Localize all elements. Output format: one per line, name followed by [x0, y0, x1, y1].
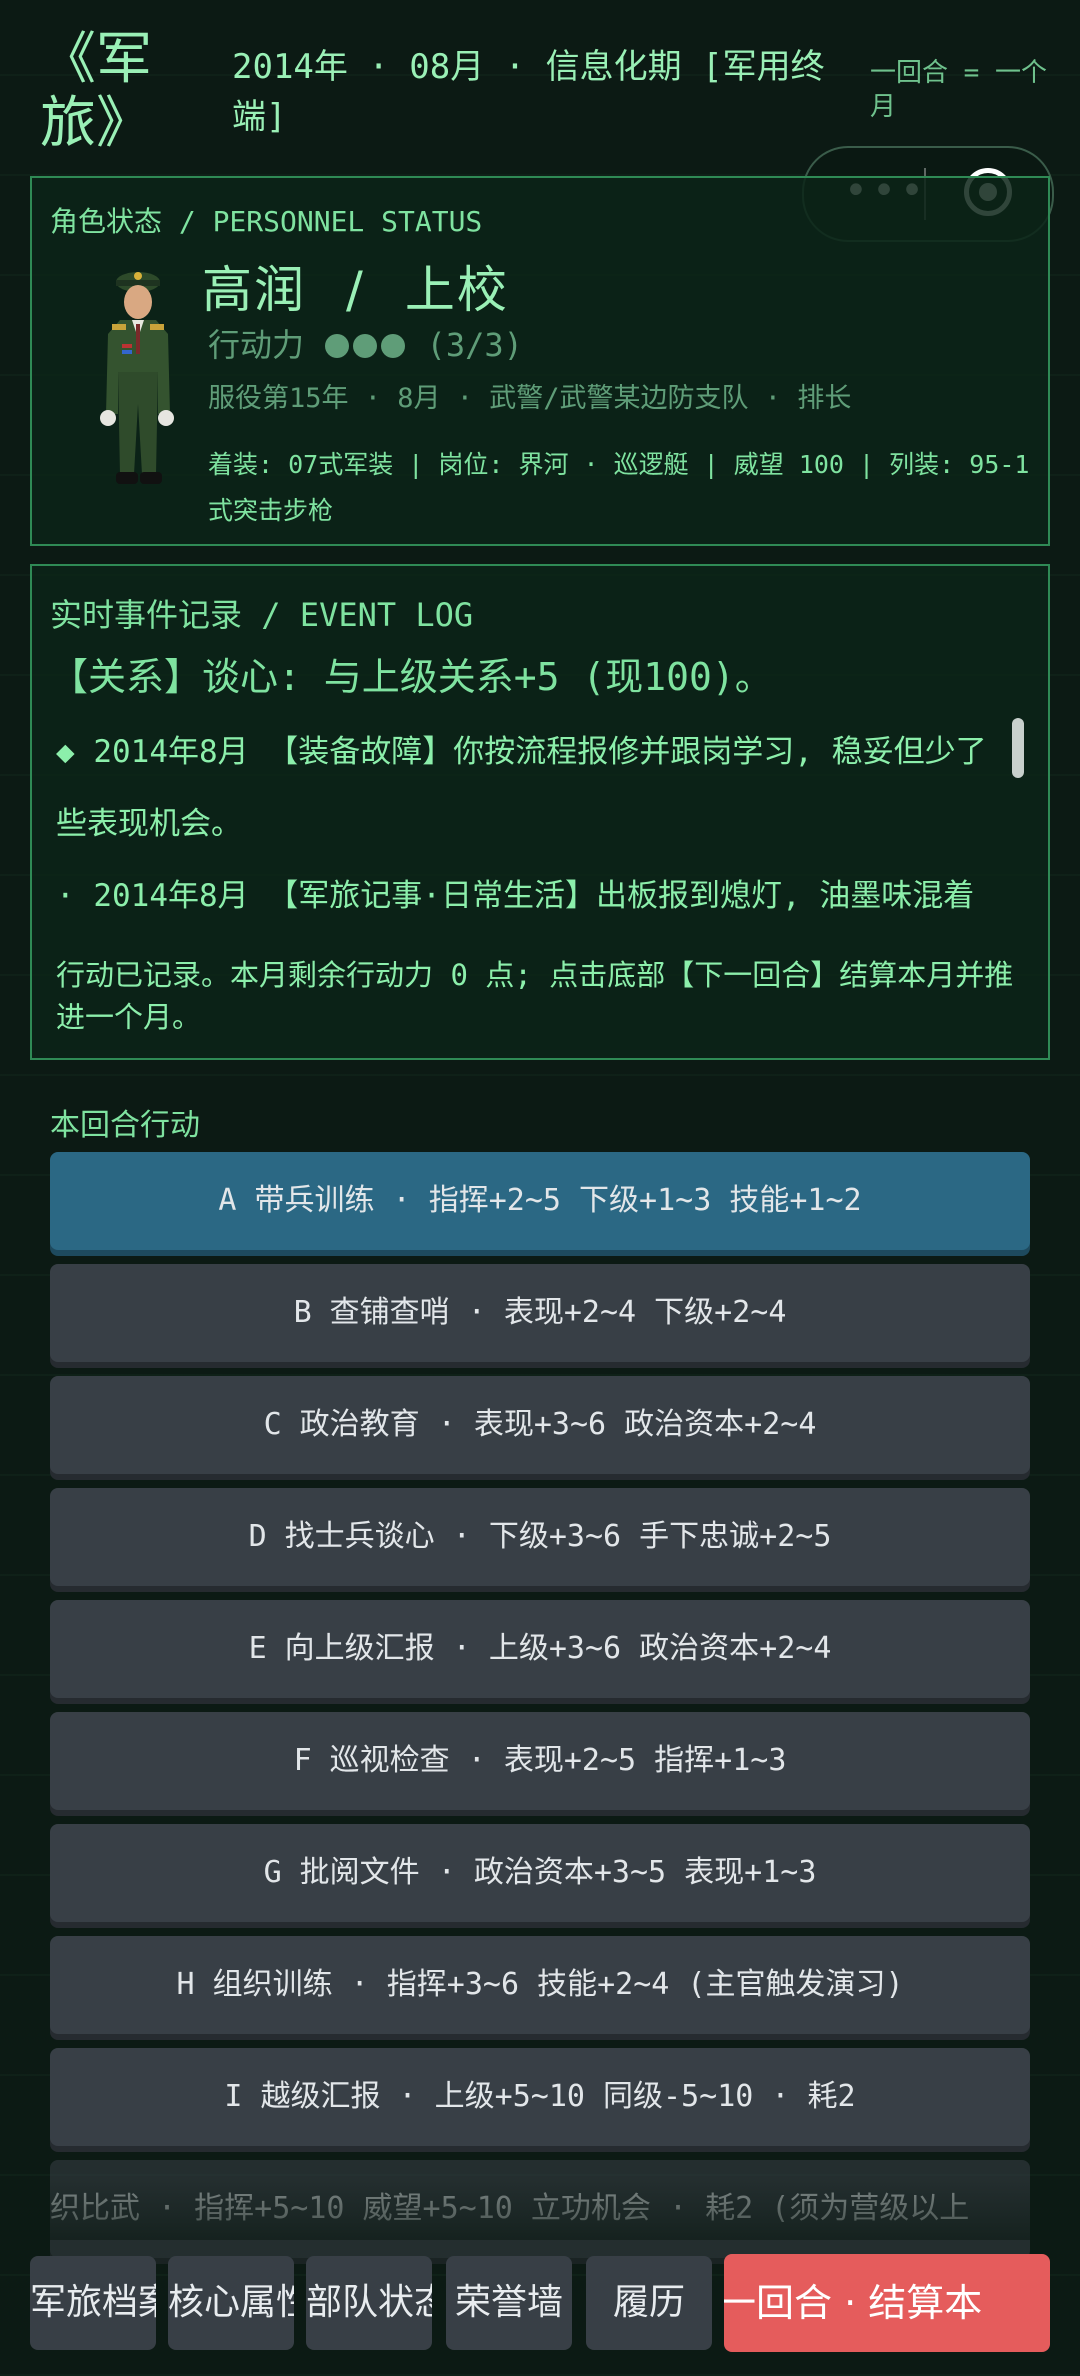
ap-dot-icon — [381, 334, 406, 358]
officer-name: 高润 — [202, 261, 306, 319]
action-button-g[interactable]: G 批阅文件 · 政治资本+3~5 表现+1~3 — [50, 1824, 1030, 1922]
action-button-a[interactable]: A 带兵训练 · 指挥+2~5 下级+1~3 技能+1~2 — [50, 1152, 1030, 1250]
event-item: ◆ 2014年8月 【装备故障】你按流程报修并跟岗学习, 稳妥但少了些表现机会。 — [56, 734, 987, 842]
action-button-c[interactable]: C 政治教育 · 表现+3~6 政治资本+2~4 — [50, 1376, 1030, 1474]
ap-dot-icon — [353, 334, 378, 358]
event-log-label: 实时事件记录 / EVENT LOG — [50, 596, 474, 634]
ap-label: 行动力 — [208, 326, 305, 364]
name-separator: / — [346, 261, 365, 319]
action-points: 行动力 (3/3) — [208, 320, 523, 366]
actions-title: 本回合行动 — [50, 1108, 200, 1143]
action-button-b[interactable]: B 查铺查哨 · 表现+2~4 下级+2~4 — [50, 1264, 1030, 1362]
tab-archive[interactable]: 军旅档案 — [30, 2256, 156, 2350]
action-button-d[interactable]: D 找士兵谈心 · 下级+3~6 手下忠诚+2~5 — [50, 1488, 1030, 1586]
turn-note: 一回合 = 一个月 — [870, 58, 1047, 122]
tab-honor-wall[interactable]: 荣誉墙 — [446, 2256, 572, 2350]
action-button-f[interactable]: F 巡视检查 · 表现+2~5 指挥+1~3 — [50, 1712, 1030, 1810]
tab-attributes[interactable]: 核心属性 — [168, 2256, 294, 2350]
officer-rank: 上校 — [404, 261, 509, 319]
status-label: 角色状态 / PERSONNEL STATUS — [50, 205, 483, 238]
ap-dot-icon — [325, 334, 350, 358]
action-button-j[interactable]: 织比武 · 指挥+5~10 威望+5~10 立功机会 · 耗2 (须为营级以上 — [50, 2160, 1030, 2258]
event-list: ◆ 2014年8月 【装备故障】你按流程报修并跟岗学习, 稳妥但少了些表现机会。… — [56, 716, 1016, 932]
action-button-i[interactable]: I 越级汇报 · 上级+5~10 同级-5~10 · 耗2 — [50, 2048, 1030, 2146]
tab-unit-status[interactable]: 部队状态 — [306, 2256, 432, 2350]
tab-resume[interactable]: 履历 — [586, 2256, 712, 2350]
next-turn-button[interactable]: 一回合 · 结算本 — [724, 2254, 1050, 2352]
event-note: 行动已记录。本月剩余行动力 0 点; 点击底部【下一回合】结算本月并推进一个月。 — [56, 958, 1014, 1034]
event-item: · 2014年8月 【军旅记事·日常生活】出板报到熄灯, 油墨味混着 — [56, 878, 975, 914]
event-headline: 【关系】谈心: 与上级关系+5 (现100)。 — [50, 655, 773, 699]
event-log-panel[interactable]: 实时事件记录 / EVENT LOG 【关系】谈心: 与上级关系+5 (现100… — [30, 564, 1050, 1060]
action-button-h[interactable]: H 组织训练 · 指挥+3~6 技能+2~4 (主官触发演习) — [50, 1936, 1030, 2034]
officer-name-rank: 高润 / 上校 — [202, 250, 509, 322]
status-panel: 角色状态 / PERSONNEL STATUS 高润 / 上校 行动力 (3/3) … — [30, 176, 1050, 546]
app-title: 《军旅》 — [40, 27, 152, 156]
date-line: 2014年 · 08月 · 信息化期 [军用终端] — [232, 47, 825, 137]
equipment-info: 着装: 07式军装 | 岗位: 界河 · 巡逻艇 | 威望 100 | 列装: … — [208, 450, 1030, 525]
event-scrollbar[interactable] — [1012, 718, 1024, 778]
officer-portrait — [100, 272, 174, 484]
header: 《军旅》 2014年 · 08月 · 信息化期 [军用终端] 一回合 = 一个月 — [0, 0, 1080, 160]
action-button-e[interactable]: E 向上级汇报 · 上级+3~6 政治资本+2~4 — [50, 1600, 1030, 1698]
service-info: 服役第15年 · 8月 · 武警/武警某边防支队 · 排长 — [208, 383, 852, 414]
ap-value: (3/3) — [426, 326, 523, 364]
next-turn-label: 一回合 · 结算本 — [724, 2281, 983, 2325]
